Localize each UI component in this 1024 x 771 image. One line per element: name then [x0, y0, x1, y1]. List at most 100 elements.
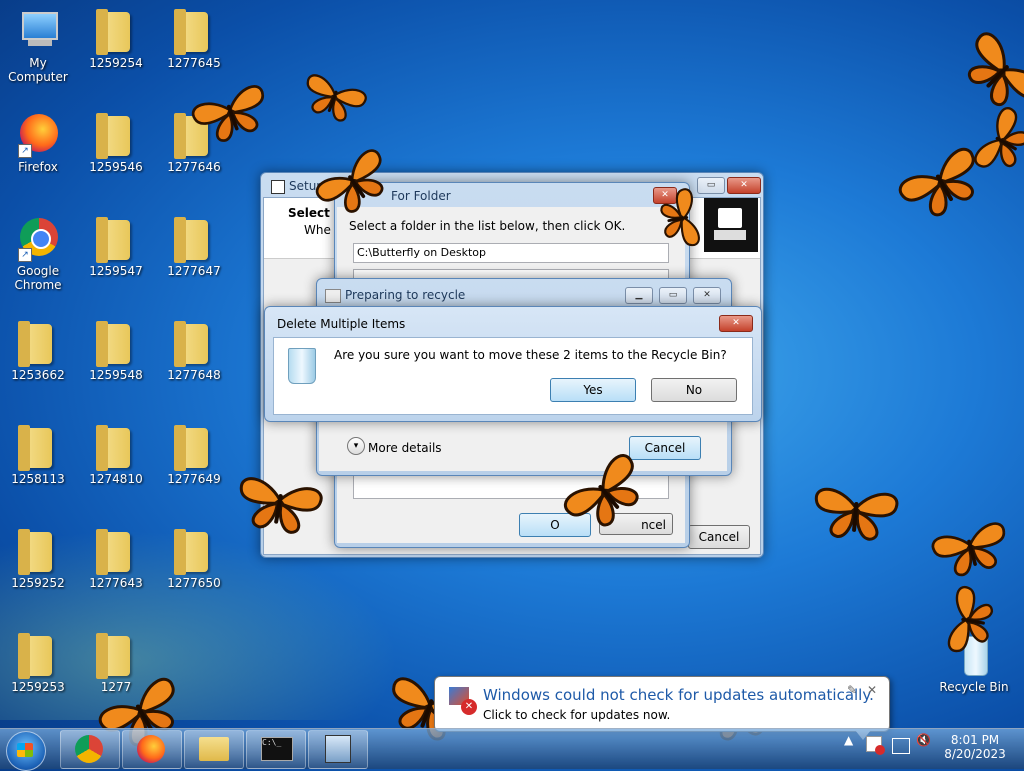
- folder-label: 1277645: [167, 56, 221, 70]
- setup-app-icon: [271, 179, 285, 194]
- browse-ok-button[interactable]: O: [519, 513, 591, 537]
- my-computer-icon[interactable]: My Computer: [0, 8, 76, 84]
- yes-button[interactable]: Yes: [550, 378, 636, 402]
- butterfly: [952, 28, 1024, 122]
- folder-label: 1259546: [89, 160, 143, 174]
- show-hidden-icons[interactable]: ▲: [844, 733, 853, 747]
- folder-label: 1258113: [11, 472, 65, 486]
- setup-logo-icon: [704, 198, 758, 252]
- minimize-button[interactable]: ▁: [625, 287, 653, 304]
- volume-muted-icon[interactable]: 🔇: [916, 733, 931, 747]
- delete-dialog-client: Are you sure you want to move these 2 it…: [273, 337, 753, 415]
- recycle-bin-icon: [288, 348, 316, 384]
- folder-1277646[interactable]: 1277646: [156, 112, 232, 174]
- butterfly: [895, 144, 992, 228]
- folder-1253662[interactable]: 1253662: [0, 320, 76, 382]
- folder-1277647[interactable]: 1277647: [156, 216, 232, 278]
- folder-1259252[interactable]: 1259252: [0, 528, 76, 590]
- firefox-desktop-icon[interactable]: ↗ Firefox: [0, 112, 76, 174]
- folder-1259547[interactable]: 1259547: [78, 216, 154, 278]
- taskbar-chrome[interactable]: [60, 730, 120, 769]
- delete-dialog-title: Delete Multiple Items: [277, 317, 406, 331]
- recycle-bin-desktop-icon[interactable]: Recycle Bin: [936, 632, 1012, 694]
- folder-1277[interactable]: 1277: [78, 632, 154, 694]
- recycle-progress-cancel-button[interactable]: Cancel: [629, 436, 701, 460]
- folder-1277650[interactable]: 1277650: [156, 528, 232, 590]
- browse-instruction: Select a folder in the list below, then …: [349, 219, 626, 233]
- folder-path-field[interactable]: C:\Butterfly on Desktop: [353, 243, 669, 263]
- folder-1277648[interactable]: 1277648: [156, 320, 232, 382]
- folder-1259548[interactable]: 1259548: [78, 320, 154, 382]
- folder-label: 1259252: [11, 576, 65, 590]
- folder-1277649[interactable]: 1277649: [156, 424, 232, 486]
- folder-1277643[interactable]: 1277643: [78, 528, 154, 590]
- notification-body[interactable]: Click to check for updates now.: [483, 708, 670, 722]
- butterfly: [929, 520, 1014, 582]
- folder-1259254[interactable]: 1259254: [78, 8, 154, 70]
- computer-icon: [16, 8, 60, 54]
- folder-label: 1277: [100, 680, 132, 694]
- folder-icon: [94, 8, 138, 55]
- no-button[interactable]: No: [651, 378, 737, 402]
- folder-icon: [94, 528, 138, 575]
- taskbar-firefox[interactable]: [122, 730, 182, 769]
- butterfly: [811, 486, 900, 543]
- start-button[interactable]: [6, 731, 46, 771]
- setup-icon: [325, 735, 351, 763]
- folder-1274810[interactable]: 1274810: [78, 424, 154, 486]
- notification-close-icon[interactable]: ✕: [867, 683, 877, 697]
- folder-label: 1277648: [167, 368, 221, 382]
- browse-cancel-button[interactable]: ncel: [599, 513, 673, 535]
- recycle-progress-icon: [325, 289, 341, 303]
- folder-label: 1259548: [89, 368, 143, 382]
- delete-confirm-dialog[interactable]: Delete Multiple Items ✕ Are you sure you…: [264, 306, 762, 422]
- taskbar-setup[interactable]: [308, 730, 368, 769]
- folder-1259546[interactable]: 1259546: [78, 112, 154, 174]
- folder-icon: [16, 320, 60, 367]
- folder-icon: [172, 216, 216, 263]
- folder-icon: [172, 320, 216, 367]
- my-computer-label: My Computer: [8, 56, 68, 84]
- restore-button[interactable]: ▭: [697, 177, 725, 194]
- browse-close-button[interactable]: ✕: [653, 187, 677, 204]
- pin-icon[interactable]: ✎: [847, 683, 857, 697]
- network-icon[interactable]: [892, 738, 910, 754]
- folder-label: 1277649: [167, 472, 221, 486]
- chrome-desktop-icon[interactable]: ↗ Google Chrome: [0, 216, 76, 292]
- folder-icon: [172, 112, 216, 159]
- setup-heading: Select: [288, 206, 330, 220]
- folder-1277645[interactable]: 1277645: [156, 8, 232, 70]
- delete-close-button[interactable]: ✕: [719, 315, 753, 332]
- explorer-icon: [199, 737, 229, 761]
- folder-label: 1277647: [167, 264, 221, 278]
- firefox-label: Firefox: [18, 160, 58, 174]
- folder-label: 1277650: [167, 576, 221, 590]
- setup-close-button[interactable]: ✕: [727, 177, 761, 194]
- folder-1258113[interactable]: 1258113: [0, 424, 76, 486]
- action-center-flag-icon[interactable]: [866, 736, 885, 755]
- chevron-down-icon[interactable]: ▾: [347, 437, 365, 455]
- clock-date: 8/20/2023: [944, 747, 1006, 761]
- windows-logo-icon: [17, 743, 33, 757]
- windows-update-flag-icon: ✕: [449, 687, 477, 715]
- butterfly: [971, 104, 1024, 182]
- clock-time: 8:01 PM: [950, 733, 1000, 747]
- folder-label: 1259254: [89, 56, 143, 70]
- clock[interactable]: 8:01 PM 8/20/2023: [940, 733, 1010, 761]
- maximize-button[interactable]: ▭: [659, 287, 687, 304]
- more-details-toggle[interactable]: More details: [368, 441, 442, 455]
- taskbar-explorer[interactable]: [184, 730, 244, 769]
- folder-label: 1253662: [11, 368, 65, 382]
- folder-label: 1259253: [11, 680, 65, 694]
- recycle-progress-close-button[interactable]: ✕: [693, 287, 721, 304]
- folder-icon: [172, 8, 216, 55]
- setup-cancel-button[interactable]: Cancel: [688, 525, 750, 549]
- folder-1259253[interactable]: 1259253: [0, 632, 76, 694]
- update-notification[interactable]: ✕ Windows could not check for updates au…: [434, 676, 890, 740]
- recycle-bin-icon: [952, 632, 996, 678]
- folder-icon: [16, 528, 60, 575]
- recycle-bin-label: Recycle Bin: [939, 680, 1009, 694]
- taskbar-cmd[interactable]: C:\_: [246, 730, 306, 769]
- cmd-icon: C:\_: [261, 737, 293, 761]
- chrome-icon: [75, 735, 103, 763]
